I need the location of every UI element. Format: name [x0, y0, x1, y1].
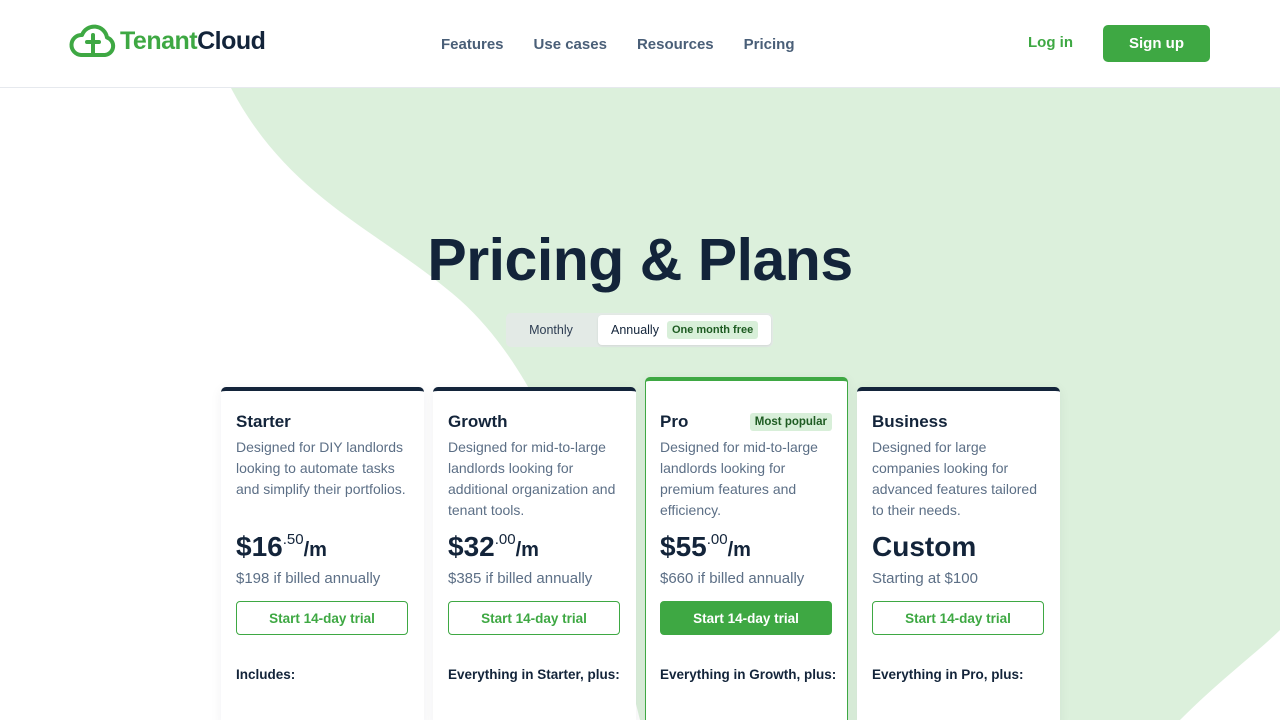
most-popular-badge: Most popular: [749, 413, 832, 431]
start-trial-button[interactable]: Start 14-day trial: [660, 601, 832, 635]
free-month-badge: One month free: [666, 321, 759, 339]
includes-heading: Everything in Growth, plus:: [660, 667, 837, 682]
plan-name: Pro: [660, 412, 689, 431]
billed-note: $660 if billed annually: [660, 570, 805, 587]
signup-button[interactable]: Sign up: [1103, 25, 1210, 62]
page-title: Pricing & Plans: [427, 227, 853, 293]
start-trial-button[interactable]: Start 14-day trial: [448, 601, 620, 635]
plan-description: Designed for DIY landlords looking to au…: [236, 439, 406, 497]
plan-card-starter: Starter Designed for DIY landlords looki…: [221, 387, 424, 720]
plan-card-pro: Pro Most popular Designed for mid-to-lar…: [645, 377, 848, 720]
cloud-logo-icon: [69, 24, 116, 57]
login-link[interactable]: Log in: [1028, 34, 1073, 51]
main-nav: Features Use cases Resources Pricing: [441, 0, 795, 88]
plan-price: Custom: [872, 531, 977, 562]
brand-logo[interactable]: TenantCloud: [69, 24, 266, 58]
billed-note: $385 if billed annually: [448, 570, 593, 587]
billed-note: Starting at $100: [872, 570, 978, 587]
nav-features[interactable]: Features: [441, 36, 504, 53]
plan-card-growth: Growth Designed for mid-to-large landlor…: [433, 387, 636, 720]
nav-use-cases[interactable]: Use cases: [534, 36, 607, 53]
plan-name: Starter: [236, 412, 291, 431]
includes-heading: Everything in Pro, plus:: [872, 667, 1024, 682]
start-trial-button[interactable]: Start 14-day trial: [872, 601, 1044, 635]
includes-heading: Includes:: [236, 667, 296, 682]
includes-heading: Everything in Starter, plus:: [448, 667, 620, 682]
plan-name: Growth: [448, 412, 508, 431]
toggle-annually-label: Annually: [611, 323, 659, 337]
nav-pricing[interactable]: Pricing: [744, 36, 795, 53]
toggle-annually[interactable]: Annually One month free: [598, 315, 771, 345]
plan-name: Business: [872, 412, 948, 431]
plan-price: $32.00/m: [448, 531, 539, 562]
plan-description: Designed for mid-to-large landlords look…: [448, 439, 616, 518]
billing-toggle: Monthly Annually One month free: [506, 313, 773, 347]
brand-wordmark: TenantCloud: [120, 26, 266, 55]
toggle-monthly[interactable]: Monthly: [506, 313, 596, 347]
start-trial-button[interactable]: Start 14-day trial: [236, 601, 408, 635]
plan-price: $16.50/m: [236, 531, 327, 562]
plan-description: Designed for mid-to-large landlords look…: [660, 439, 818, 518]
plan-price: $55.00/m: [660, 531, 751, 562]
background-shape: [231, 88, 1280, 720]
site-header: TenantCloud Features Use cases Resources…: [0, 0, 1280, 88]
nav-resources[interactable]: Resources: [637, 36, 714, 53]
plan-description: Designed for large companies looking for…: [872, 439, 1037, 518]
plan-card-business: Business Designed for large companies lo…: [857, 387, 1060, 720]
billed-note: $198 if billed annually: [236, 570, 381, 587]
